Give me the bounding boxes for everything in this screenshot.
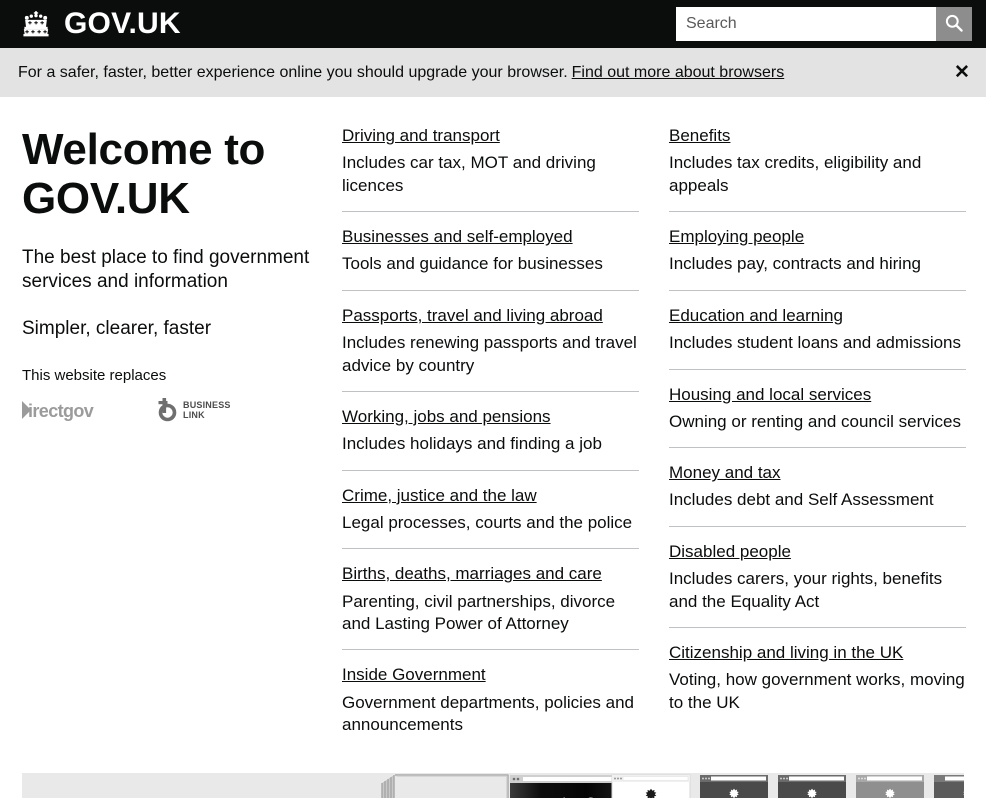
category-item: Money and tax Includes debt and Self Ass… — [669, 447, 966, 512]
category-description: Parenting, civil partnerships, divorce a… — [342, 591, 616, 633]
site-header: GOV.UK — [0, 0, 986, 48]
category-description: Legal processes, courts and the police — [342, 512, 633, 532]
category-link[interactable]: Disabled people — [669, 541, 791, 562]
category-link[interactable]: Education and learning — [669, 305, 843, 326]
category-description: Includes car tax, MOT and driving licenc… — [342, 153, 596, 195]
tile-department-white — [611, 774, 691, 798]
category-description: Includes pay, contracts and hiring — [669, 254, 921, 274]
page-title-line-1: Welcome to — [22, 125, 266, 174]
category-item: Crime, justice and the law Legal process… — [342, 469, 639, 535]
category-description: Includes debt and Self Assessment — [669, 490, 934, 510]
category-description: Includes student loans and admissions — [669, 333, 962, 353]
category-description: Includes renewing passports and travel a… — [342, 333, 637, 375]
category-item: Births, deaths, marriages and care Paren… — [342, 548, 639, 635]
svg-text:LINK: LINK — [183, 410, 205, 420]
search-icon — [944, 13, 964, 36]
category-link[interactable]: Citizenship and living in the UK — [669, 642, 903, 663]
gov-uk-logo-link[interactable]: GOV.UK — [18, 0, 181, 48]
category-link[interactable]: Crime, justice and the law — [342, 485, 537, 506]
promo-title: Ministerial departments all in one place — [46, 792, 293, 798]
browser-upgrade-message: For a safer, faster, better experience o… — [18, 63, 785, 81]
page-title-line-2: GOV.UK — [22, 174, 190, 224]
replaces-label: This website replaces — [22, 366, 167, 384]
category-link[interactable]: Passports, travel and living abroad — [342, 305, 603, 326]
page-title: Welcome to GOV.UK — [22, 125, 322, 224]
category-link[interactable]: Driving and transport — [342, 125, 500, 146]
category-link[interactable]: Businesses and self-employed — [342, 226, 573, 247]
svg-text:irectgov: irectgov — [28, 401, 94, 421]
category-column-1: Driving and transport Includes car tax, … — [342, 125, 639, 737]
gov-uk-logo-text: GOV.UK — [64, 7, 181, 40]
tile-department — [778, 775, 846, 798]
business-link-logo: BUSINESS LINK — [158, 397, 236, 428]
browser-upgrade-link[interactable]: Find out more about browsers — [572, 64, 785, 81]
category-description: Government departments, policies and ann… — [342, 692, 634, 735]
category-description: Includes tax credits, eligibility and ap… — [669, 153, 922, 195]
department-sites-illustration: 1 0 — [380, 773, 964, 798]
promo-title-line-1: Ministerial departments — [46, 794, 293, 798]
close-icon[interactable]: ✕ — [948, 59, 976, 87]
category-description: Owning or renting and council services — [669, 411, 961, 431]
category-item: Employing people Includes pay, contracts… — [669, 211, 966, 276]
browser-upgrade-message-text: For a safer, faster, better experience o… — [18, 63, 568, 81]
category-item: Businesses and self-employed Tools and g… — [342, 211, 639, 276]
category-item: Driving and transport Includes car tax, … — [342, 125, 639, 197]
category-item: Citizenship and living in the UK Voting,… — [669, 627, 966, 714]
tile-department — [700, 775, 768, 798]
category-description: Includes holidays and finding a job — [342, 434, 602, 454]
intro-panel: Welcome to GOV.UK The best place to find… — [22, 125, 322, 428]
crown-icon — [18, 9, 54, 39]
search-input[interactable] — [676, 7, 936, 41]
site-search — [676, 7, 972, 41]
category-link[interactable]: Housing and local services — [669, 384, 871, 405]
tile-department — [856, 775, 924, 798]
category-description: Tools and guidance for businesses — [342, 254, 603, 274]
category-item: Passports, travel and living abroad Incl… — [342, 289, 639, 377]
directgov-logo: irectgov — [22, 399, 130, 426]
intro-lede: The best place to find government servic… — [22, 246, 310, 293]
category-link[interactable]: Births, deaths, marriages and care — [342, 563, 602, 584]
category-item: Disabled people Includes carers, your ri… — [669, 525, 966, 613]
svg-text:BUSINESS: BUSINESS — [183, 400, 231, 410]
category-description: Voting, how government works, moving to … — [669, 670, 965, 712]
category-link[interactable]: Money and tax — [669, 462, 781, 483]
category-link[interactable]: Inside Government — [342, 664, 486, 685]
category-item: Housing and local services Owning or ren… — [669, 368, 966, 434]
legacy-logos: irectgov BUSINESS LINK — [22, 397, 322, 428]
category-item: Inside Government Government departments… — [342, 649, 639, 736]
category-description: Includes carers, your rights, benefits a… — [669, 569, 943, 611]
category-link[interactable]: Benefits — [669, 125, 730, 146]
category-item: Working, jobs and pensions Includes holi… — [342, 390, 639, 456]
category-item: Education and learning Includes student … — [669, 289, 966, 355]
main-content: Welcome to GOV.UK The best place to find… — [0, 97, 986, 798]
category-link[interactable]: Employing people — [669, 226, 804, 247]
category-item: Benefits Includes tax credits, eligibili… — [669, 125, 966, 197]
category-column-2: Benefits Includes tax credits, eligibili… — [669, 125, 966, 714]
search-button[interactable] — [936, 7, 972, 41]
category-link[interactable]: Working, jobs and pensions — [342, 406, 551, 427]
browser-upgrade-banner: For a safer, faster, better experience o… — [0, 48, 986, 97]
tile-department — [934, 775, 964, 798]
ministerial-departments-promo[interactable]: Ministerial departments all in one place — [22, 773, 964, 798]
svg-text:1 0: 1 0 — [557, 792, 602, 798]
intro-tagline: Simpler, clearer, faster — [22, 317, 212, 339]
